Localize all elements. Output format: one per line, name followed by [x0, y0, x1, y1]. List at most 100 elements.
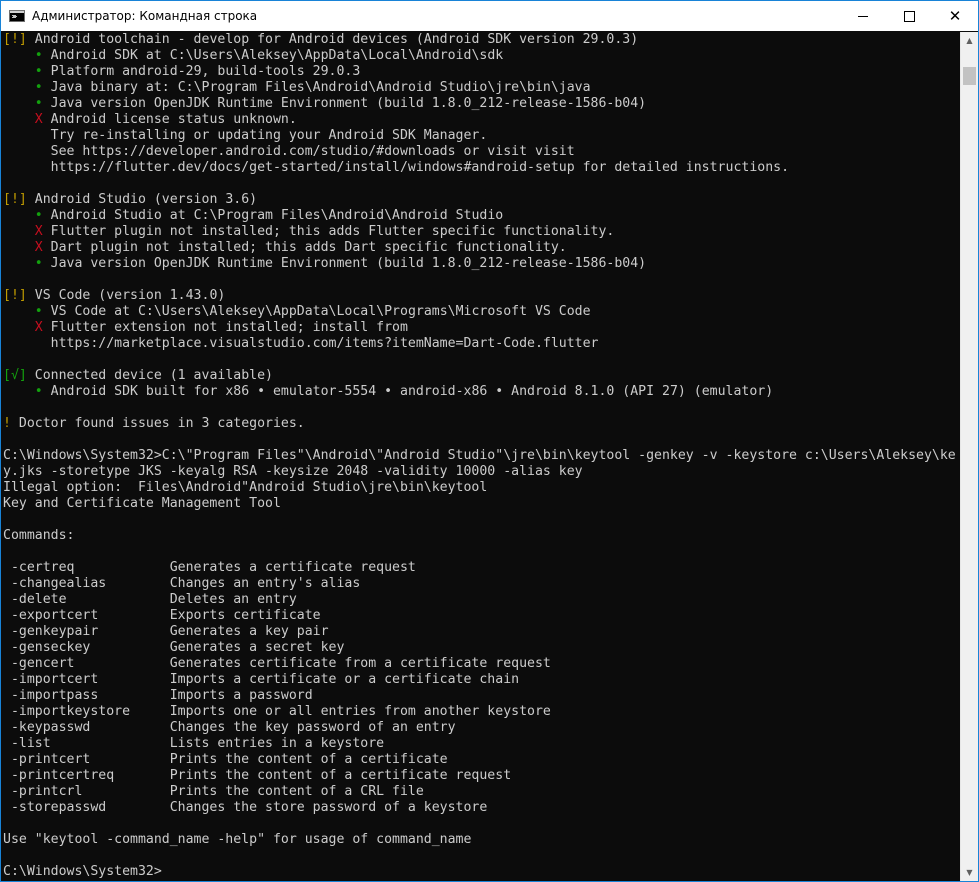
scroll-down-arrow-icon[interactable]: ▼ — [961, 864, 978, 881]
console-text: Commands: — [3, 528, 75, 543]
console-text: See https://developer.android.com/studio… — [3, 144, 575, 159]
bullet-icon: • — [34, 208, 43, 223]
console-text: -importkeystore Imports one or all entri… — [3, 704, 551, 719]
console-line: Commands: — [3, 528, 963, 544]
console-line: https://flutter.dev/docs/get-started/ins… — [3, 160, 963, 176]
close-icon: ✕ — [948, 6, 962, 25]
console-text: Flutter extension not installed; install… — [42, 320, 408, 335]
bullet-icon: • — [34, 64, 43, 79]
console-line: -importpass Imports a password — [3, 688, 963, 704]
console-text: -importcert Imports a certificate or a c… — [3, 672, 520, 687]
console-line: -importkeystore Imports one or all entri… — [3, 704, 963, 720]
console-line: -importcert Imports a certificate or a c… — [3, 672, 963, 688]
console-text: Illegal option: Files\Android"Android St… — [3, 480, 488, 495]
minimize-button[interactable] — [840, 1, 886, 31]
warning-marker: [!] — [3, 288, 27, 303]
console-text: Try re-installing or updating your Andro… — [3, 128, 488, 143]
console-text: C:\Windows\System32>C:\"Program Files"\A… — [3, 448, 956, 463]
console-line: X Dart plugin not installed; this adds D… — [3, 240, 963, 256]
console-text: Android SDK built for x86 • emulator-555… — [42, 384, 774, 399]
command-prompt-icon — [9, 10, 25, 22]
console-text: Use "keytool -command_name -help" for us… — [3, 832, 472, 847]
console-line: X Android license status unknown. — [3, 112, 963, 128]
console-text: Java version OpenJDK Runtime Environment… — [42, 256, 647, 271]
console-line: X Flutter plugin not installed; this add… — [3, 224, 963, 240]
console-text: Java binary at: C:\Program Files\Android… — [42, 80, 591, 95]
console-line: Illegal option: Files\Android"Android St… — [3, 480, 963, 496]
console-text: y.jks -storetype JKS -keyalg RSA -keysiz… — [3, 464, 583, 479]
console-line: ! Doctor found issues in 3 categories. — [3, 416, 963, 432]
vertical-scrollbar[interactable]: ▲ ▼ — [960, 32, 978, 881]
console-text: Java version OpenJDK Runtime Environment… — [42, 96, 647, 111]
console-text: Android toolchain - develop for Android … — [26, 32, 639, 47]
bullet-icon: • — [34, 304, 43, 319]
console-line: X Flutter extension not installed; insta… — [3, 320, 963, 336]
console-text: Platform android-29, build-tools 29.0.3 — [42, 64, 361, 79]
console-text: VS Code at C:\Users\Aleksey\AppData\Loca… — [42, 304, 591, 319]
console-line: See https://developer.android.com/studio… — [3, 144, 963, 160]
error-x-icon: X — [34, 224, 43, 239]
console-text: Android SDK at C:\Users\Aleksey\AppData\… — [42, 48, 504, 63]
console-line: -genkeypair Generates a key pair — [3, 624, 963, 640]
console-window: Администратор: Командная строка ✕ [!] An… — [0, 0, 979, 882]
console-line: C:\Windows\System32>C:\"Program Files"\A… — [3, 448, 963, 464]
bullet-icon: • — [34, 48, 43, 63]
maximize-icon — [903, 10, 915, 22]
bullet-icon: • — [34, 256, 43, 271]
console-line: -printcrl Prints the content of a CRL fi… — [3, 784, 963, 800]
console-text: -printcert Prints the content of a certi… — [3, 752, 448, 767]
console-text: -changealias Changes an entry's alias — [3, 576, 361, 591]
maximize-button[interactable] — [886, 1, 932, 31]
console-text: Dart plugin not installed; this adds Dar… — [42, 240, 567, 255]
check-marker: [√] — [3, 368, 27, 383]
console-line: • Platform android-29, build-tools 29.0.… — [3, 64, 963, 80]
console-text: -exportcert Exports certificate — [3, 608, 321, 623]
console-line: -changealias Changes an entry's alias — [3, 576, 963, 592]
console-text: Flutter plugin not installed; this adds … — [42, 224, 615, 239]
close-button[interactable]: ✕ — [932, 1, 978, 31]
console-text: Doctor found issues in 3 categories. — [10, 416, 305, 431]
console-line: -list Lists entries in a keystore — [3, 736, 963, 752]
console-line: -printcert Prints the content of a certi… — [3, 752, 963, 768]
console-text: Android license status unknown. — [42, 112, 297, 127]
error-x-icon: X — [34, 320, 43, 335]
title-bar[interactable]: Администратор: Командная строка ✕ — [1, 1, 978, 31]
minimize-icon — [858, 15, 868, 17]
console-line: https://marketplace.visualstudio.com/ite… — [3, 336, 963, 352]
console-line: [√] Connected device (1 available) — [3, 368, 963, 384]
console-output[interactable]: [!] Android toolchain - develop for Andr… — [3, 32, 963, 881]
console-line: • VS Code at C:\Users\Aleksey\AppData\Lo… — [3, 304, 963, 320]
console-line: • Android SDK at C:\Users\Aleksey\AppDat… — [3, 48, 963, 64]
console-text: -genseckey Generates a secret key — [3, 640, 345, 655]
console-line: -delete Deletes an entry — [3, 592, 963, 608]
console-text: https://marketplace.visualstudio.com/ite… — [3, 336, 599, 351]
console-line: Try re-installing or updating your Andro… — [3, 128, 963, 144]
console-text: Android Studio at C:\Program Files\Andro… — [42, 208, 504, 223]
console-text: C:\Windows\System32> — [3, 864, 162, 879]
scroll-up-arrow-icon[interactable]: ▲ — [961, 32, 978, 49]
console-line: • Java version OpenJDK Runtime Environme… — [3, 256, 963, 272]
console-line: -storepasswd Changes the store password … — [3, 800, 963, 816]
console-line: Key and Certificate Management Tool — [3, 496, 963, 512]
console-text: Key and Certificate Management Tool — [3, 496, 281, 511]
bullet-icon: • — [34, 96, 43, 111]
console-line: y.jks -storetype JKS -keyalg RSA -keysiz… — [3, 464, 963, 480]
scroll-thumb[interactable] — [963, 67, 976, 85]
console-text: -list Lists entries in a keystore — [3, 736, 385, 751]
window-title: Администратор: Командная строка — [32, 9, 258, 23]
console-line: • Java version OpenJDK Runtime Environme… — [3, 96, 963, 112]
